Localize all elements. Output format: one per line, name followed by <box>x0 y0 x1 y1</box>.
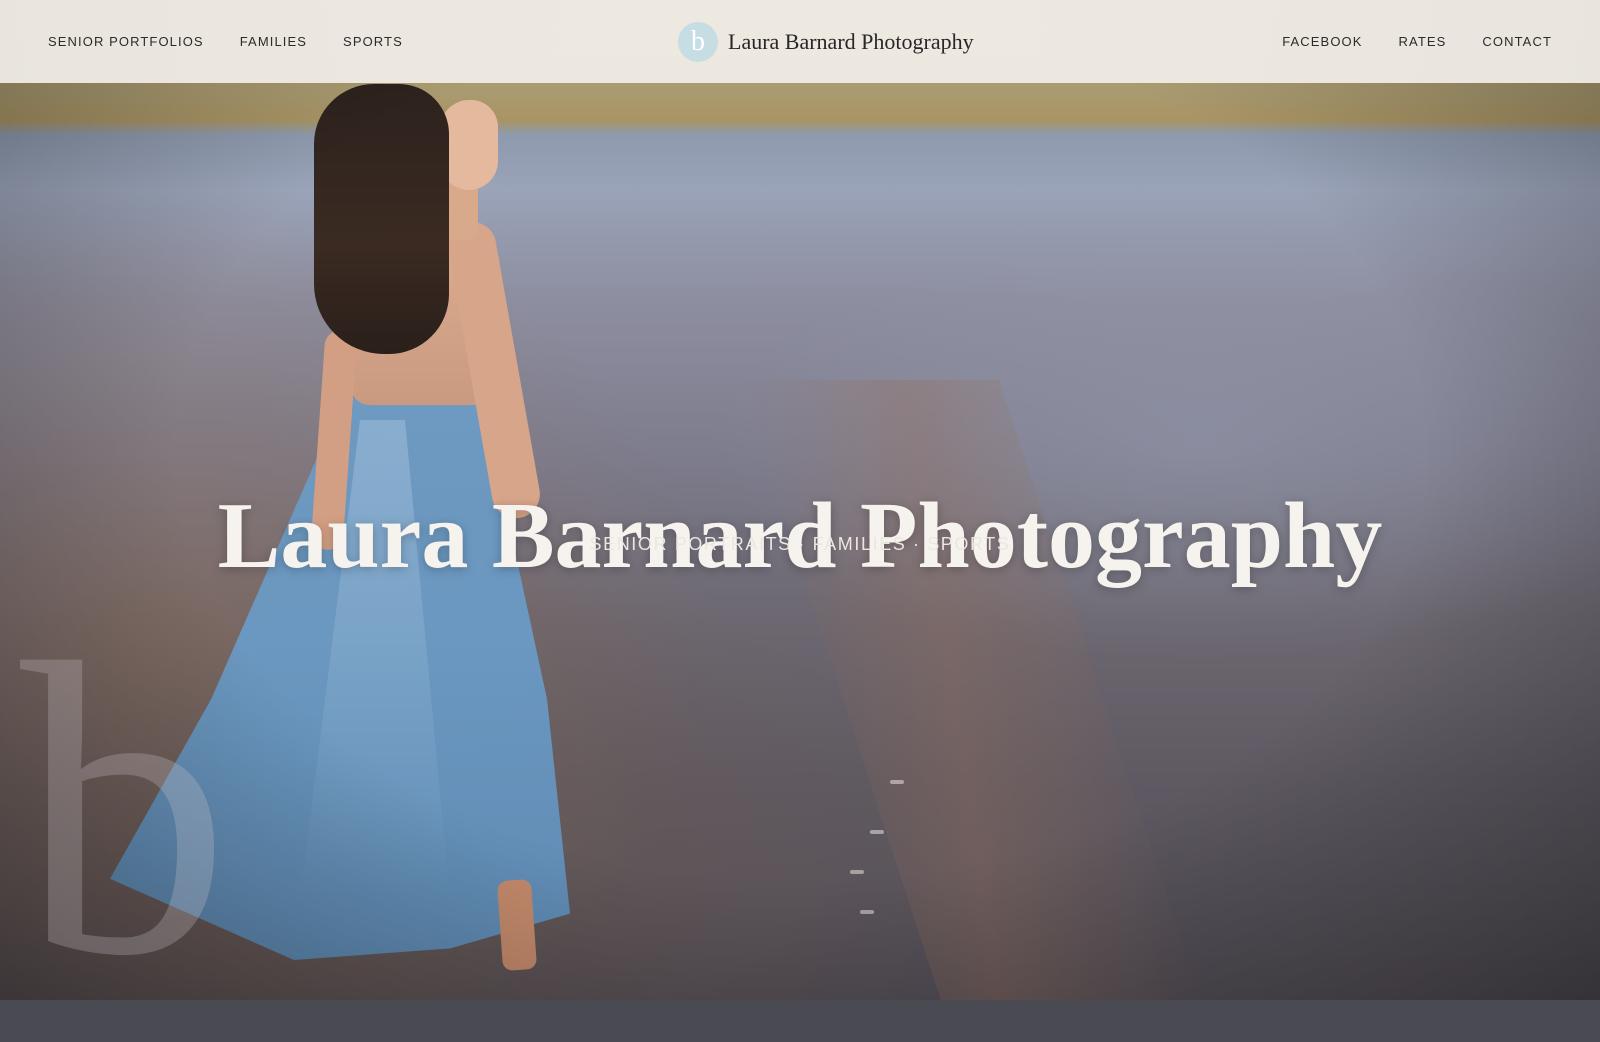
top-navigation: SENIOR PORTFOLIOS FAMILIES SPORTS b Laur… <box>0 0 1600 83</box>
brand-logo-icon: b <box>678 22 718 62</box>
nav-families[interactable]: FAMILIES <box>240 34 307 49</box>
nav-contact[interactable]: CONTACT <box>1482 34 1552 49</box>
brand-name: Laura Barnard Photography <box>728 29 974 54</box>
nav-senior-portfolios[interactable]: SENIOR PORTFOLIOS <box>48 34 204 49</box>
brand-home-link[interactable]: b Laura Barnard Photography <box>678 20 974 64</box>
nav-right: FACEBOOK RATES CONTACT <box>1282 34 1552 49</box>
nav-sports[interactable]: SPORTS <box>343 34 403 49</box>
hero-subtitle: SENIOR PORTRAITS · FAMILIES · SPORTS <box>589 534 1011 554</box>
nav-rates[interactable]: RATES <box>1399 34 1447 49</box>
nav-facebook[interactable]: FACEBOOK <box>1282 34 1362 49</box>
nav-left: SENIOR PORTFOLIOS FAMILIES SPORTS <box>48 34 403 49</box>
